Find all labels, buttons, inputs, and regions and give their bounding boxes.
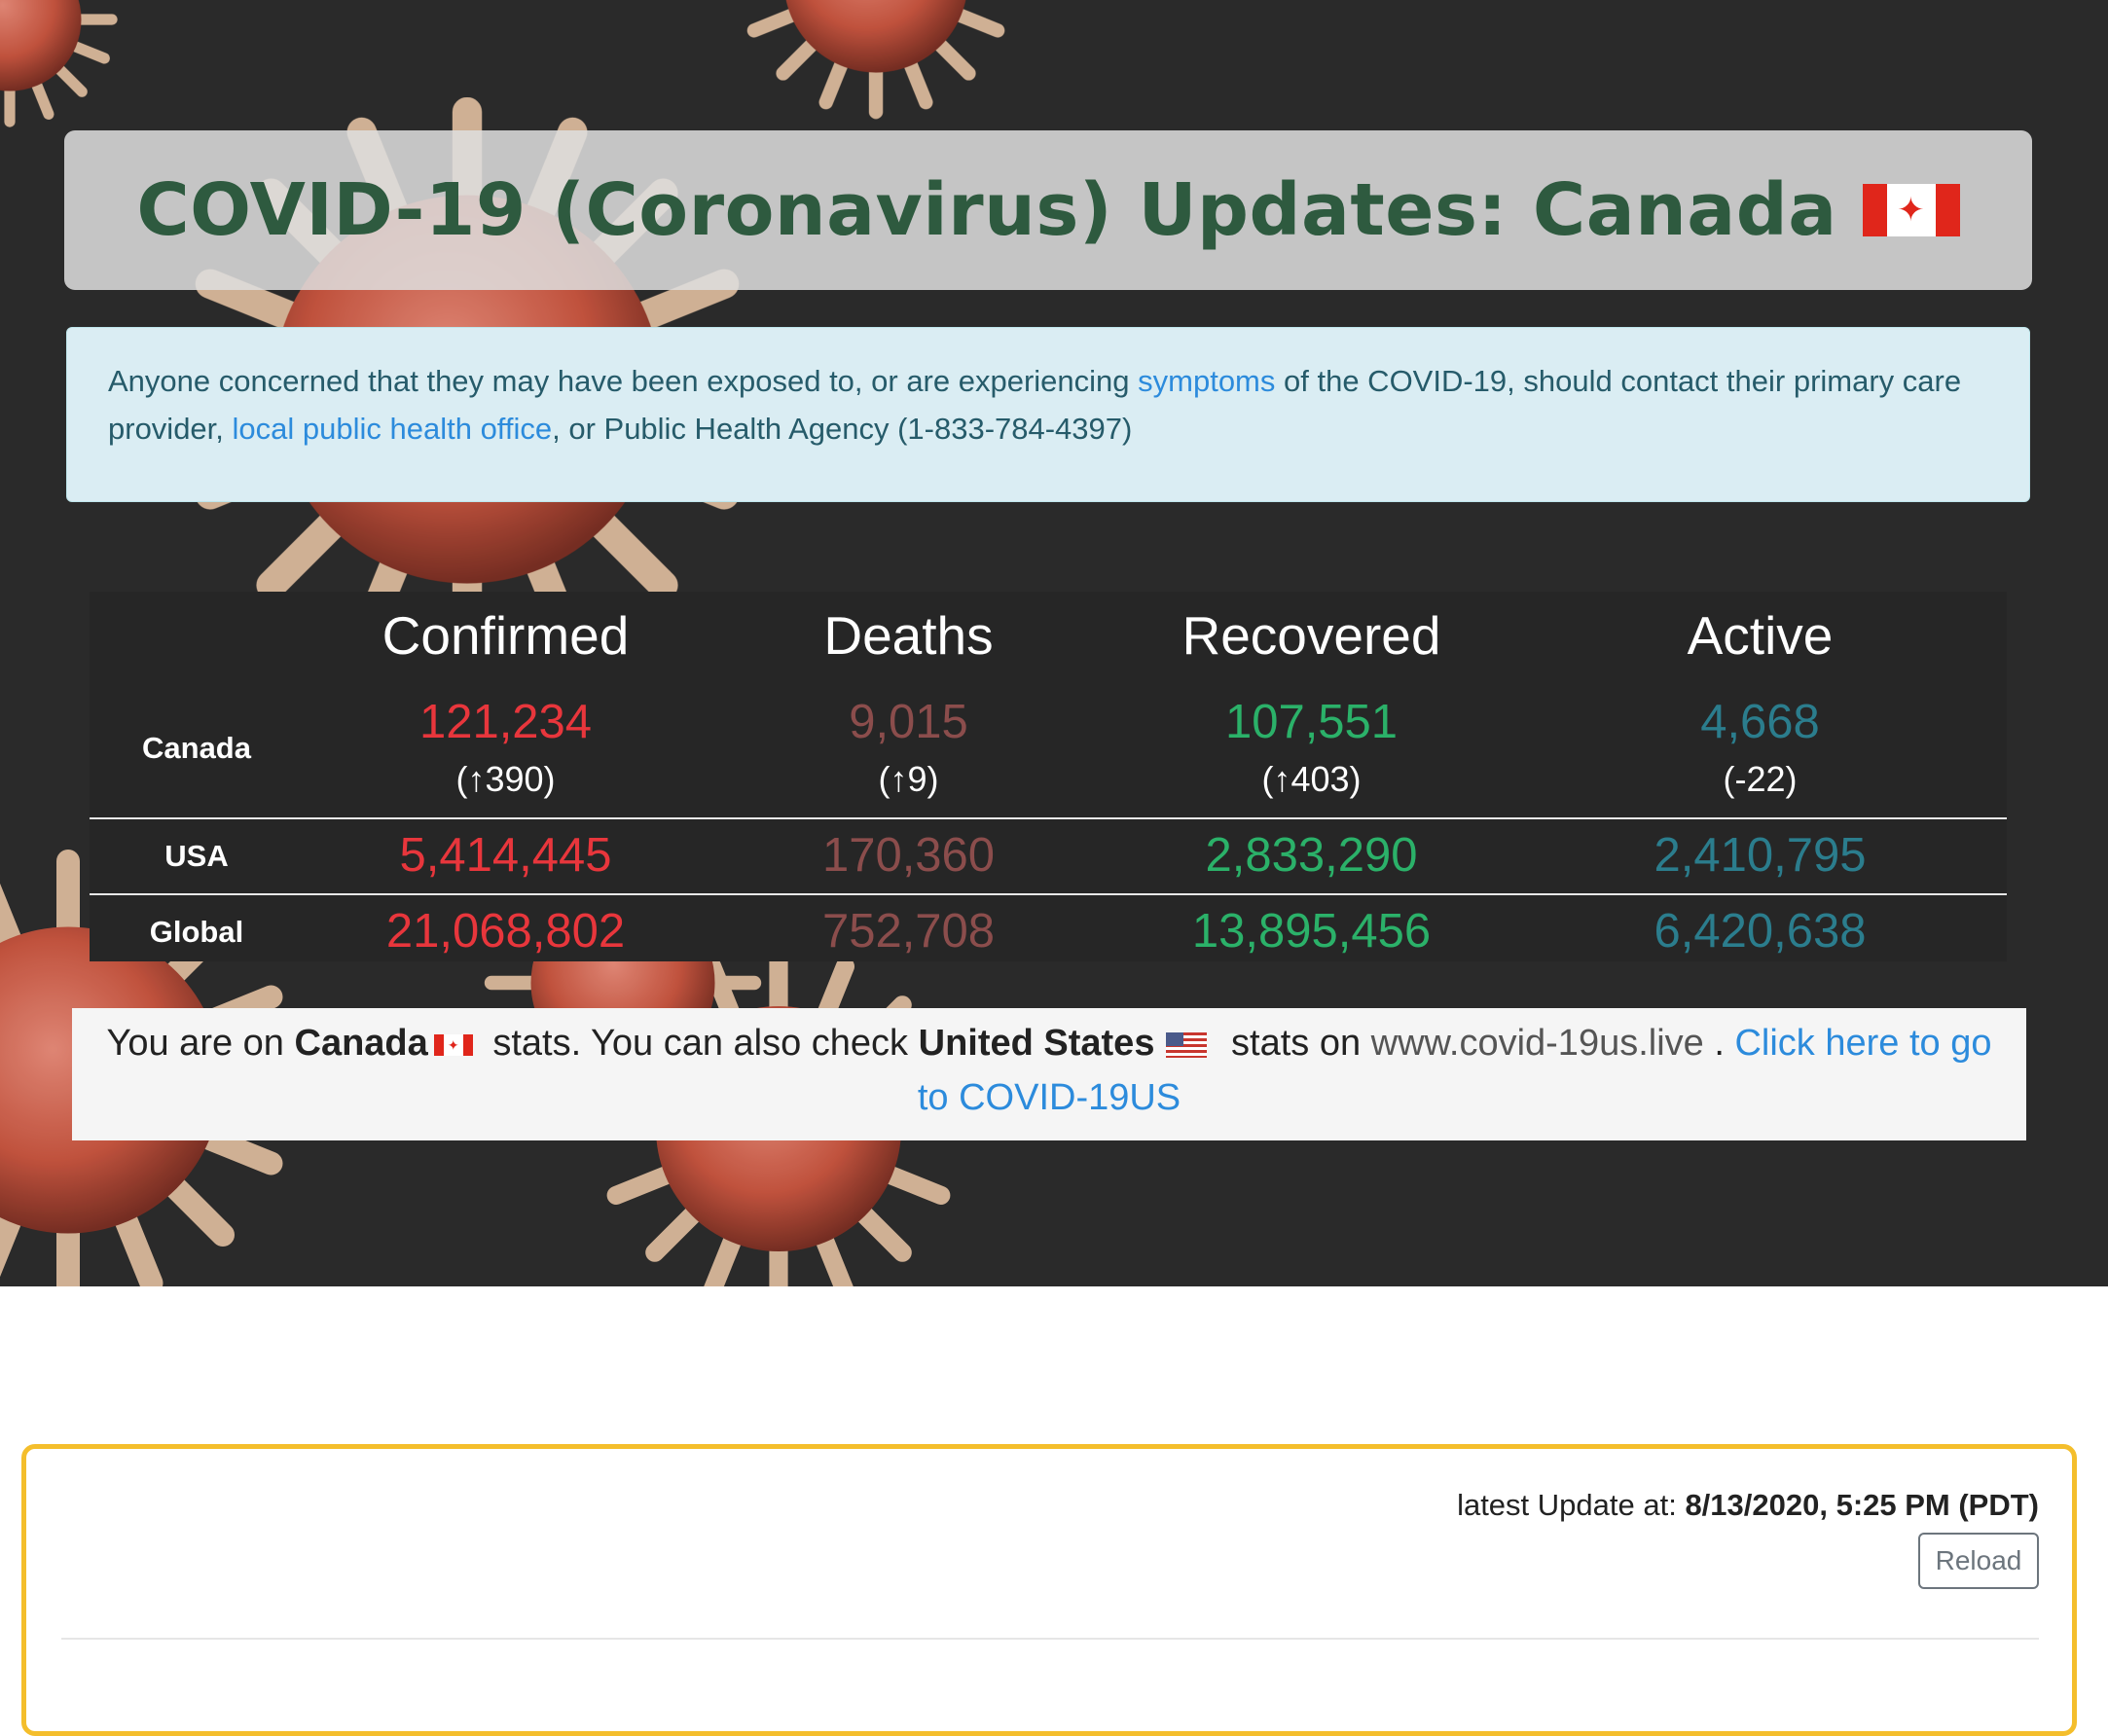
recovered-value: 13,895,456 — [1191, 905, 1432, 958]
latest-update-label: latest Update at: — [1457, 1488, 1686, 1522]
confirmed-value: 121,234 — [418, 696, 593, 749]
title-card: COVID-19 (Coronavirus) Updates: Canada ✦ — [64, 130, 2032, 290]
notice-text: stats. You can also check — [482, 1023, 919, 1064]
cell-confirmed: 5,414,445 — [304, 817, 708, 894]
header-active: Active — [1687, 605, 1834, 666]
cell-recovered: 13,895,456 — [1109, 893, 1513, 969]
cell-active: 6,420,638 — [1513, 893, 2007, 969]
deaths-change: (↑9) — [878, 758, 939, 799]
notice-text: . — [1703, 1023, 1735, 1064]
active-value: 2,410,795 — [1654, 829, 1867, 883]
cell-deaths: 170,360 — [708, 817, 1109, 894]
active-value: 6,420,638 — [1654, 905, 1867, 958]
active-change: (-22) — [1723, 758, 1798, 799]
recovered-value: 2,833,290 — [1205, 829, 1418, 883]
cell-recovered: 2,833,290 — [1109, 817, 1513, 894]
local-health-office-link[interactable]: local public health office — [233, 412, 553, 446]
confirmed-change: (↑390) — [455, 758, 556, 799]
header-recovered: Recovered — [1181, 605, 1441, 666]
header-confirmed: Confirmed — [382, 605, 630, 666]
header-blank — [90, 592, 304, 679]
cell-active: 2,410,795 — [1513, 817, 2007, 894]
deaths-value: 752,708 — [821, 905, 996, 958]
other-country: United States — [918, 1023, 1155, 1064]
cell-deaths: 752,708 — [708, 893, 1109, 969]
row-label: Canada — [142, 731, 251, 765]
table-row-global: Global 21,068,802 752,708 13,895,456 6,4… — [90, 893, 2007, 969]
notice-text: You are on — [106, 1023, 295, 1064]
latest-update: latest Update at: 8/13/2020, 5:25 PM (PD… — [1457, 1488, 2039, 1523]
header-deaths: Deaths — [823, 605, 994, 666]
canada-flag-icon: ✦ — [433, 1033, 473, 1056]
row-label: USA — [90, 817, 304, 894]
update-panel: latest Update at: 8/13/2020, 5:25 PM (PD… — [21, 1444, 2077, 1736]
divider — [61, 1638, 2039, 1640]
reload-button[interactable]: Reload — [1918, 1533, 2039, 1589]
us-site-notice: You are on Canada ✦ stats. You can also c… — [72, 1008, 2026, 1140]
confirmed-value: 21,068,802 — [385, 905, 626, 958]
alert-text: , or Public Health Agency (1-833-784-439… — [552, 412, 1133, 446]
table-row-usa: USA 5,414,445 170,360 2,833,290 2,410,79… — [90, 817, 2007, 894]
table-header-row: Confirmed Deaths Recovered Active — [90, 592, 2007, 679]
health-advisory-alert: Anyone concerned that they may have been… — [66, 327, 2030, 502]
cell-deaths: 9,015 (↑9) — [708, 679, 1109, 818]
cell-active: 4,668 (-22) — [1513, 679, 2007, 818]
us-flag-icon — [1166, 1031, 1208, 1058]
confirmed-value: 5,414,445 — [399, 829, 612, 883]
notice-text: stats on — [1220, 1023, 1371, 1064]
page-title-text: COVID-19 (Coronavirus) Updates: Canada — [136, 168, 1837, 252]
table-row-canada: Canada 121,234 (↑390) 9,015 (↑9) 107,551 (↑… — [90, 679, 2007, 818]
alert-text: Anyone concerned that they may have been… — [108, 364, 1139, 398]
us-site-url: www.covid-19us.live — [1370, 1023, 1704, 1064]
stats-table: Confirmed Deaths Recovered Active Canada… — [90, 592, 2007, 969]
latest-update-timestamp: 8/13/2020, 5:25 PM (PDT) — [1685, 1488, 2039, 1522]
symptoms-link[interactable]: symptoms — [1138, 364, 1275, 398]
cell-confirmed: 21,068,802 — [304, 893, 708, 969]
current-country: Canada — [294, 1023, 428, 1064]
recovered-change: (↑403) — [1261, 758, 1362, 799]
deaths-value: 170,360 — [821, 829, 996, 883]
active-value: 4,668 — [1700, 696, 1820, 749]
canada-flag-icon: ✦ — [1862, 184, 1960, 236]
cell-confirmed: 121,234 (↑390) — [304, 679, 708, 818]
row-label: Global — [90, 893, 304, 969]
recovered-value: 107,551 — [1224, 696, 1399, 749]
deaths-value: 9,015 — [849, 696, 968, 749]
hero-banner: COVID-19 (Coronavirus) Updates: Canada ✦… — [0, 0, 2108, 1286]
cell-recovered: 107,551 (↑403) — [1109, 679, 1513, 818]
page-title: COVID-19 (Coronavirus) Updates: Canada ✦ — [136, 168, 1960, 252]
